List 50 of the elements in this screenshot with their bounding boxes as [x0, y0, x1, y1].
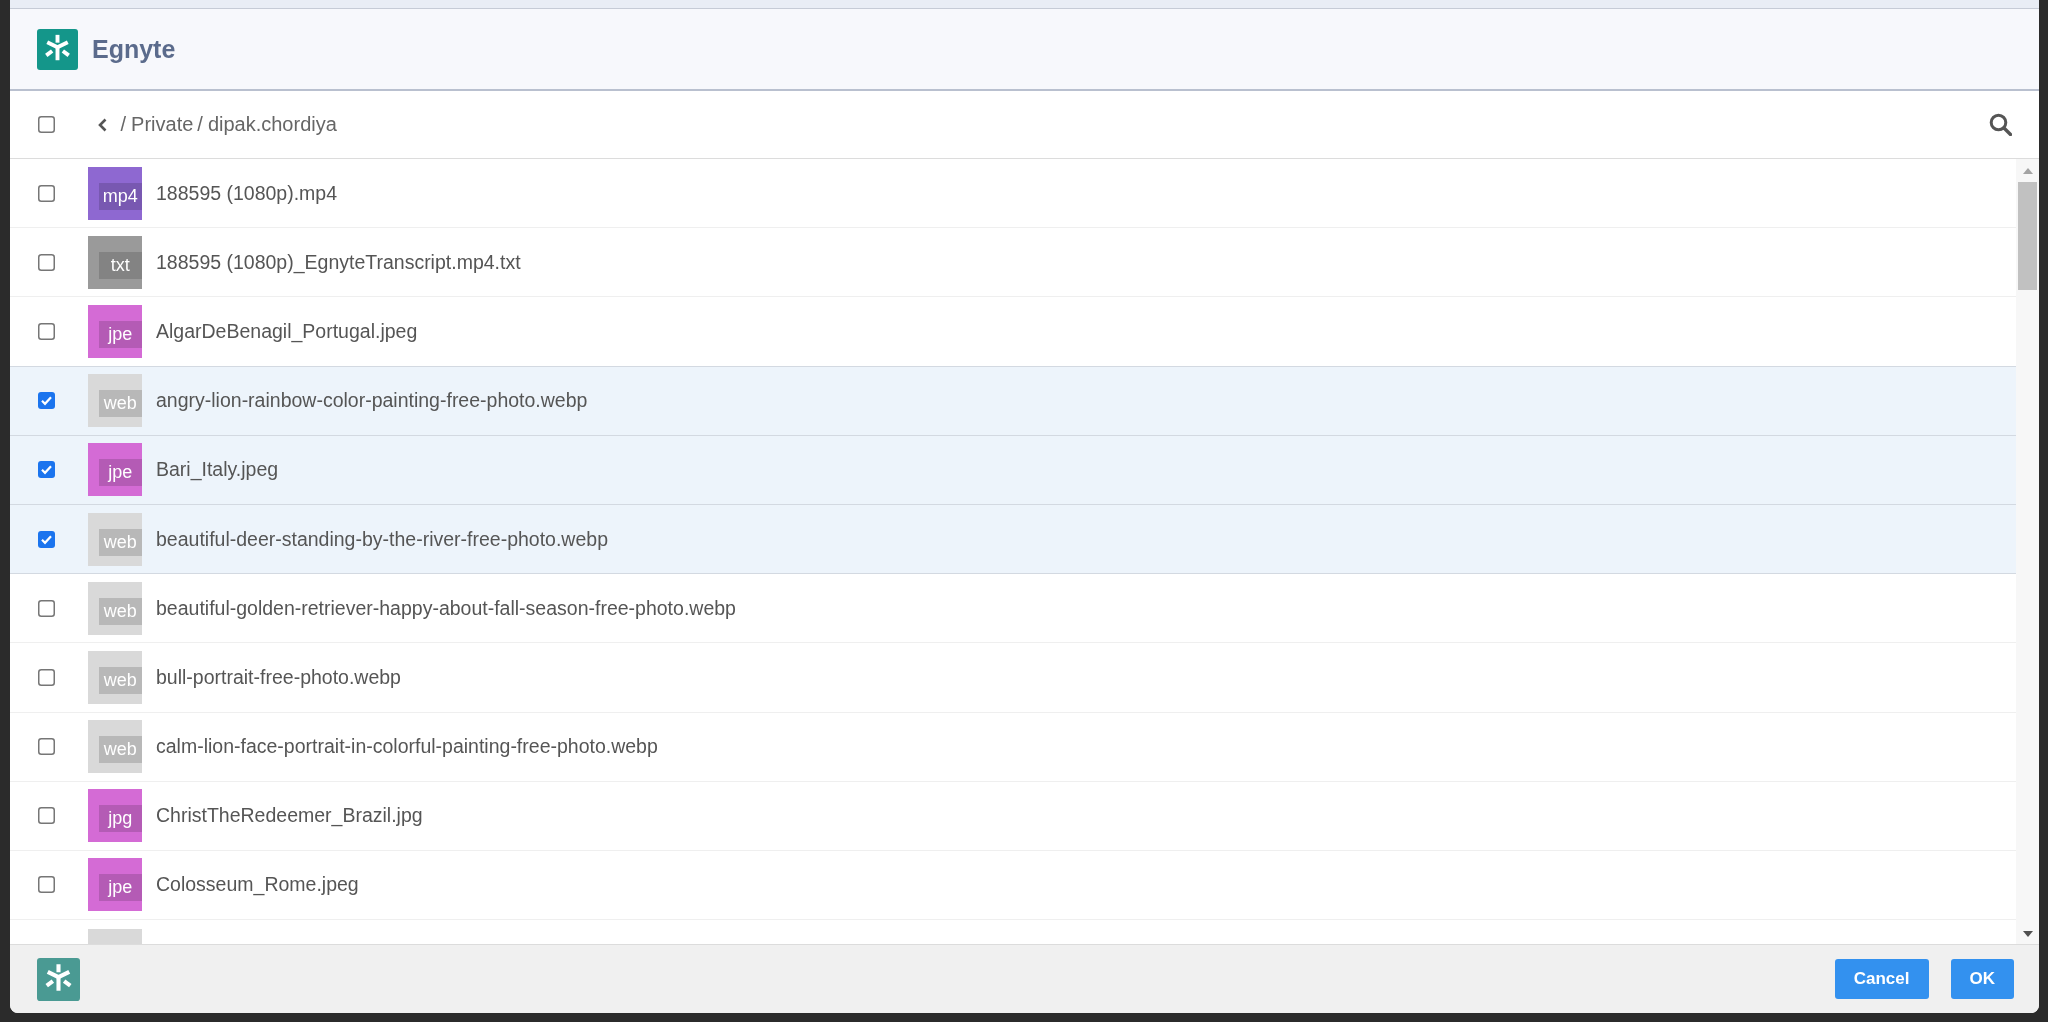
scroll-down-arrow-icon[interactable]: [2022, 931, 2033, 937]
checkbox[interactable]: [37, 668, 55, 686]
app-title: Egnyte: [92, 34, 176, 64]
checkbox[interactable]: [37, 599, 55, 617]
back-chevron-icon[interactable]: [96, 117, 108, 132]
file-name: 188595 (1080p)_EgnyteTranscript.mp4.txt: [156, 250, 521, 274]
checkbox[interactable]: [37, 184, 55, 202]
select-all-checkbox[interactable]: [37, 116, 55, 133]
logo-icon: [37, 957, 80, 1001]
breadcrumb-link[interactable]: dipak.chordiya: [207, 113, 337, 136]
breadcrumb-link[interactable]: Private: [131, 113, 194, 136]
file-extension-label: web: [98, 528, 142, 556]
file-name: Colosseum_Rome.jpeg: [156, 873, 359, 897]
file-extension-label: web: [98, 597, 142, 625]
logo-icon: [37, 28, 78, 70]
file-extension-label: txt: [98, 251, 142, 279]
file-name: Bari_Italy.jpeg: [156, 458, 279, 482]
scrollbar-thumb[interactable]: [2018, 182, 2037, 290]
checkbox[interactable]: [37, 876, 55, 894]
file-extension-label: jpg: [98, 805, 142, 833]
file-extension-label: web: [98, 666, 142, 694]
file-row[interactable]: jpe Bari_Italy.jpeg: [10, 435, 2016, 505]
checkbox[interactable]: [37, 530, 55, 548]
file-name: AlgarDeBenagil_Portugal.jpeg: [156, 319, 418, 343]
file-row[interactable]: web beautiful-deer-standing-by-the-river-free-photo.webp: [10, 504, 2016, 575]
file-name: beautiful-deer-standing-by-the-river-free-photo.webp: [156, 527, 608, 551]
checkbox[interactable]: [37, 807, 55, 825]
file-extension-label: jpe: [98, 459, 142, 487]
search-icon[interactable]: [1989, 113, 2012, 136]
file-name: calm-lion-face-portrait-in-colorful-painting-free-photo.webp: [156, 735, 658, 759]
file-extension-label: jpe: [98, 874, 142, 902]
file-extension-label: web: [98, 736, 142, 764]
scrollbar[interactable]: [2016, 159, 2039, 944]
checkbox[interactable]: [37, 461, 55, 479]
breadcrumb-separator: /: [197, 113, 203, 136]
file-name: 188595 (1080p).mp4: [156, 181, 338, 205]
checkbox[interactable]: [37, 322, 55, 340]
file-name: bull-portrait-free-photo.webp: [156, 665, 401, 689]
file-row[interactable]: web angry-lion-rainbow-color-painting-free-photo.webp: [10, 366, 2016, 436]
file-extension-label: web: [98, 390, 142, 418]
checkbox[interactable]: [37, 253, 55, 271]
checkbox[interactable]: [37, 392, 55, 410]
file-name: ChristTheRedeemer_Brazil.jpg: [156, 804, 423, 828]
file-name: angry-lion-rainbow-color-painting-free-photo.webp: [156, 389, 588, 413]
breadcrumb-separator: /: [120, 113, 127, 136]
file-extension-label: jpe: [98, 320, 142, 348]
file-name: beautiful-golden-retriever-happy-about-fall-season-free-photo.webp: [156, 596, 736, 620]
file-extension-label: mp4: [98, 182, 142, 210]
scroll-up-arrow-icon[interactable]: [2022, 168, 2033, 174]
checkbox[interactable]: [37, 738, 55, 756]
